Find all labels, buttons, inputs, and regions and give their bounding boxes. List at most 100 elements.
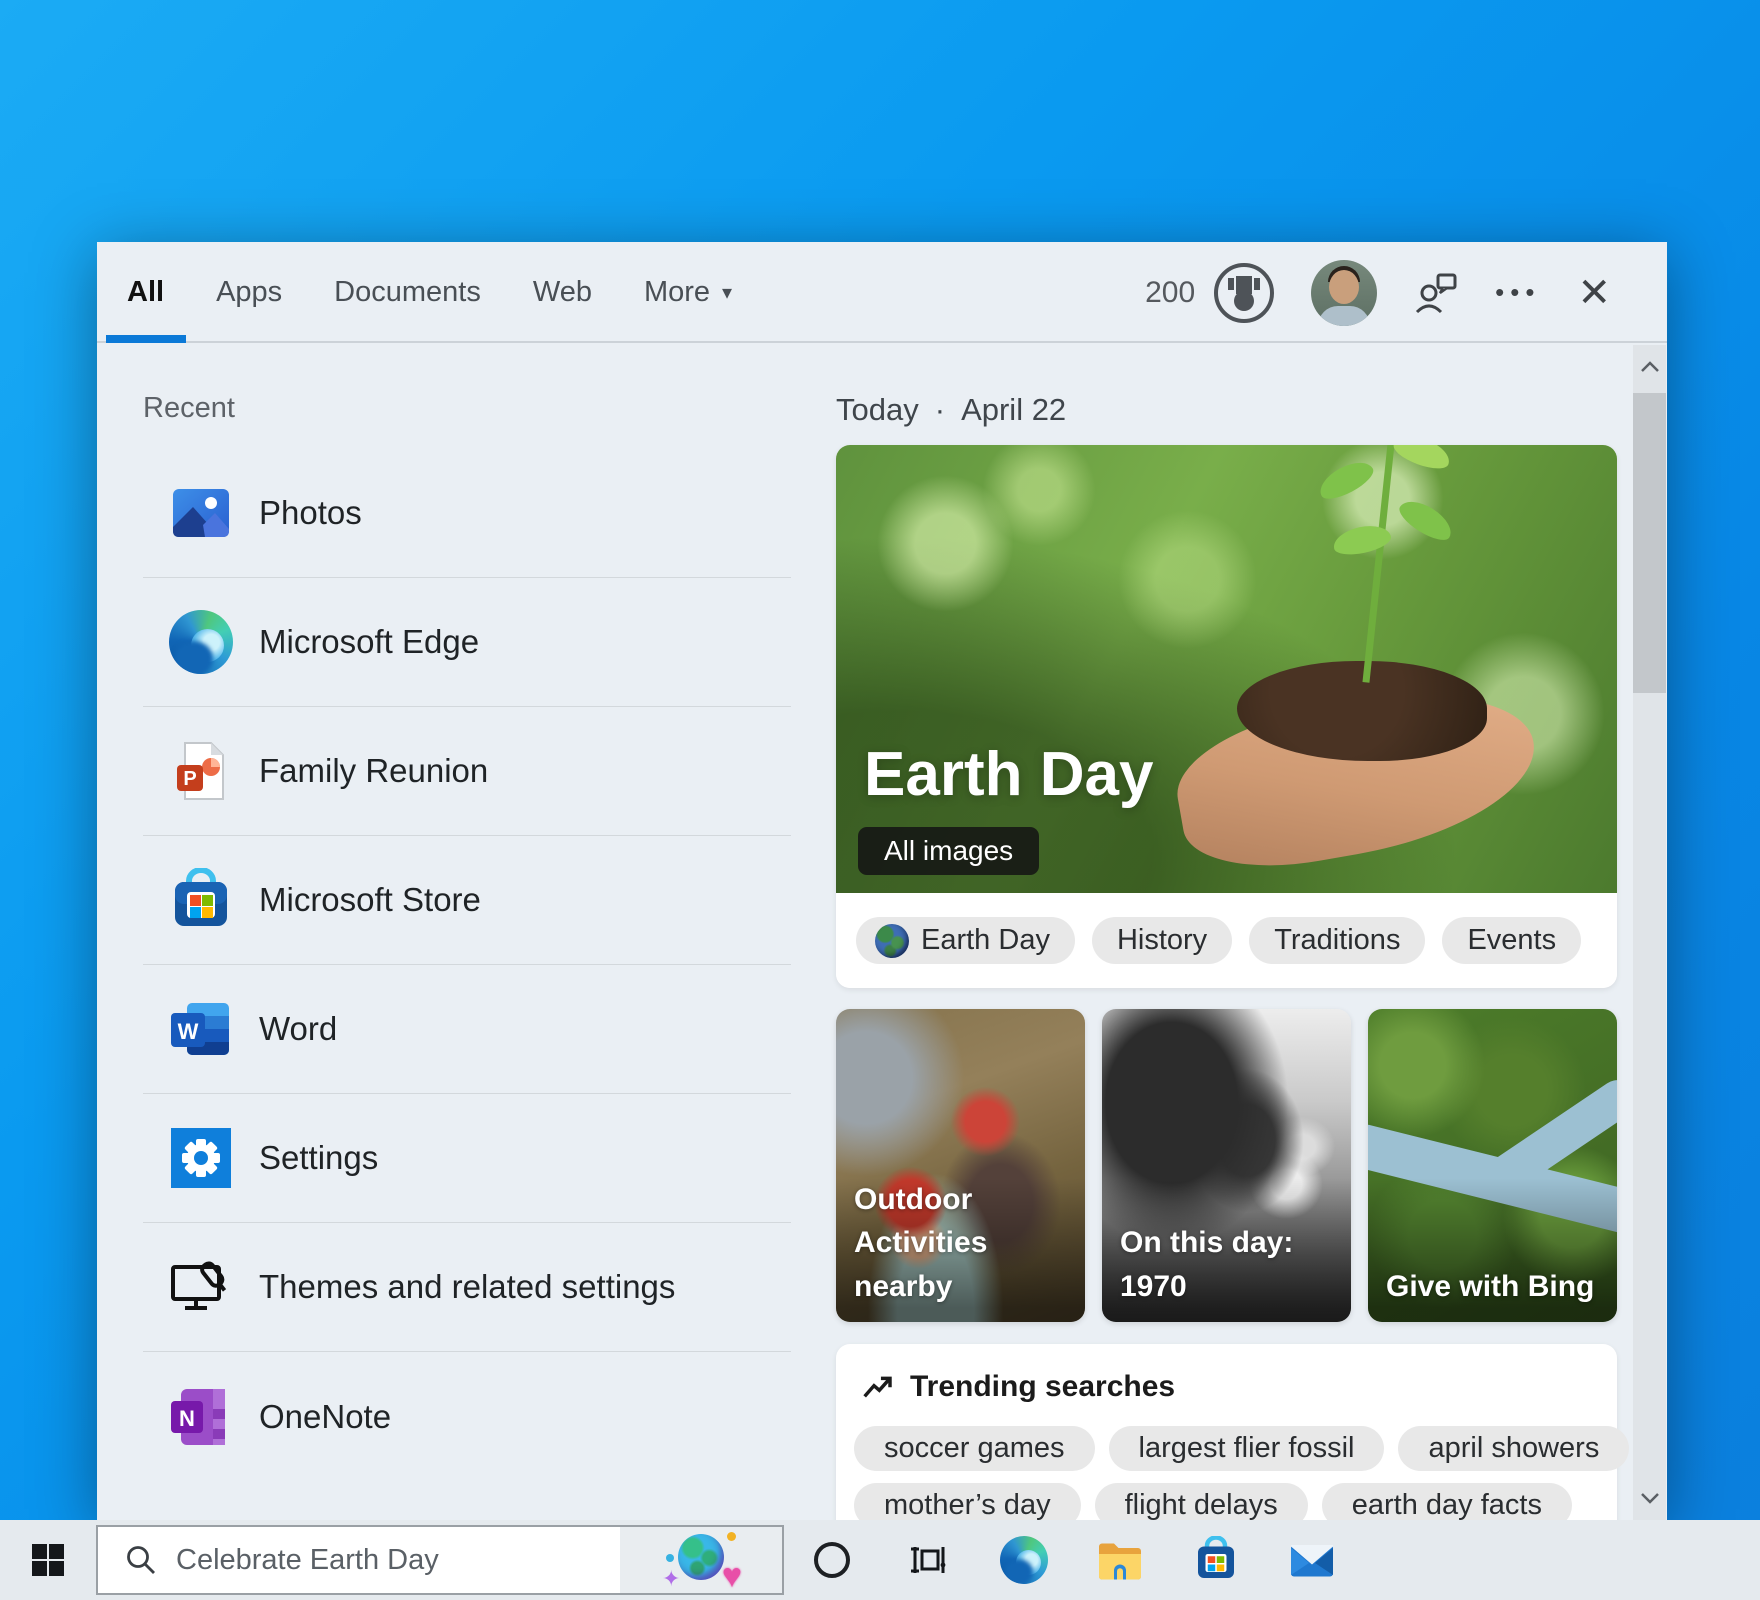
card-label: On this day: 1970: [1120, 1221, 1351, 1308]
list-item-word[interactable]: W Word: [143, 965, 791, 1094]
cortana-icon: [814, 1542, 850, 1578]
search-window: All Apps Documents Web More ▾ 200: [97, 242, 1667, 1520]
list-item-label: Settings: [259, 1139, 378, 1177]
scrollbar-thumb[interactable]: [1633, 393, 1666, 693]
globe-icon: [875, 924, 909, 958]
trend-chip-april-showers[interactable]: april showers: [1398, 1426, 1629, 1471]
list-item-label: Microsoft Edge: [259, 623, 479, 661]
tab-more[interactable]: More ▾: [644, 242, 732, 343]
scrollbar[interactable]: [1633, 345, 1666, 1520]
trending-title-row: Trending searches: [854, 1370, 1599, 1404]
card-label: Outdoor Activities nearby: [854, 1178, 1085, 1309]
store-taskbar-button[interactable]: [1168, 1520, 1264, 1600]
chip-label: Earth Day: [921, 924, 1050, 957]
taskbar: ✦ ♥: [0, 1520, 1760, 1600]
list-item-themes-settings[interactable]: Themes and related settings: [143, 1223, 791, 1352]
chip-earth-day[interactable]: Earth Day: [856, 917, 1075, 964]
cards-row: Outdoor Activities nearby On this day: 1…: [836, 1009, 1617, 1322]
more-options-icon[interactable]: •••: [1495, 277, 1540, 308]
card-give-with-bing[interactable]: Give with Bing: [1368, 1009, 1617, 1322]
search-filter-tabs: All Apps Documents Web More ▾: [127, 242, 732, 343]
chevron-down-icon: ▾: [722, 280, 732, 305]
task-view-icon: [907, 1539, 949, 1581]
list-item-label: Photos: [259, 494, 362, 532]
hero-chip-row: Earth Day History Traditions Events: [836, 893, 1617, 988]
trending-title: Trending searches: [910, 1370, 1175, 1404]
list-item-family-reunion[interactable]: P Family Reunion: [143, 707, 791, 836]
list-item-photos[interactable]: Photos: [143, 449, 791, 578]
list-item-label: OneNote: [259, 1398, 391, 1436]
feedback-icon[interactable]: [1414, 271, 1458, 315]
today-section: Today · April 22 Earth Day All images: [836, 392, 1617, 1590]
trend-chip-largest-flier-fossil[interactable]: largest flier fossil: [1109, 1426, 1385, 1471]
tab-apps[interactable]: Apps: [216, 242, 282, 343]
store-icon: [169, 868, 233, 932]
list-item-label: Word: [259, 1010, 337, 1048]
card-on-this-day[interactable]: On this day: 1970: [1102, 1009, 1351, 1322]
list-item-settings[interactable]: Settings: [143, 1094, 791, 1223]
svg-text:W: W: [178, 1019, 199, 1044]
earth-day-hero-card[interactable]: Earth Day All images Earth Day History T…: [836, 445, 1617, 988]
all-images-button[interactable]: All images: [858, 827, 1039, 875]
today-label: Today: [836, 392, 919, 428]
list-item-microsoft-store[interactable]: Microsoft Store: [143, 836, 791, 965]
edge-icon: [169, 610, 233, 674]
rewards-points: 200: [1145, 276, 1195, 310]
tab-all[interactable]: All: [127, 242, 164, 343]
today-header: Today · April 22: [836, 392, 1617, 428]
chip-history[interactable]: History: [1092, 917, 1232, 964]
start-button[interactable]: [0, 1520, 96, 1600]
file-explorer-icon: [1096, 1536, 1144, 1584]
svg-text:P: P: [183, 768, 196, 790]
hero-illustration: [1147, 623, 1547, 853]
mail-icon: [1288, 1536, 1336, 1584]
earth-day-doodle-icon: ✦ ♥: [666, 1532, 736, 1588]
list-item-label: Microsoft Store: [259, 881, 481, 919]
user-avatar[interactable]: [1311, 260, 1377, 326]
rewards-medal-icon[interactable]: [1214, 263, 1274, 323]
recent-list: Photos Microsoft Edge P: [143, 449, 791, 1481]
list-item-onenote[interactable]: N OneNote: [143, 1352, 791, 1481]
edge-taskbar-button[interactable]: [976, 1520, 1072, 1600]
recent-section: Recent Photos: [143, 392, 791, 1481]
earth-day-hero-image: Earth Day All images: [836, 445, 1617, 893]
list-item-label: Themes and related settings: [259, 1268, 675, 1306]
list-item-microsoft-edge[interactable]: Microsoft Edge: [143, 578, 791, 707]
card-outdoor-activities[interactable]: Outdoor Activities nearby: [836, 1009, 1085, 1322]
scroll-down-icon[interactable]: [1633, 1478, 1666, 1518]
taskbar-search-box[interactable]: ✦ ♥: [96, 1525, 784, 1595]
tab-more-label: More: [644, 276, 710, 309]
settings-gear-icon: [169, 1126, 233, 1190]
word-icon: W: [169, 997, 233, 1061]
recent-title: Recent: [143, 392, 791, 425]
tab-documents[interactable]: Documents: [334, 242, 481, 343]
edge-icon: [1000, 1536, 1048, 1584]
hero-title: Earth Day: [864, 739, 1153, 810]
mail-button[interactable]: [1264, 1520, 1360, 1600]
card-label: Give with Bing: [1386, 1265, 1594, 1309]
svg-text:N: N: [179, 1406, 195, 1431]
today-date: April 22: [961, 392, 1066, 428]
store-icon: [1192, 1536, 1240, 1584]
powerpoint-file-icon: P: [169, 739, 233, 803]
tab-web[interactable]: Web: [533, 242, 592, 343]
task-view-button[interactable]: [880, 1520, 976, 1600]
search-input[interactable]: [176, 1544, 620, 1577]
earth-day-doodle-button[interactable]: ✦ ♥: [620, 1527, 782, 1593]
trend-chip-soccer-games[interactable]: soccer games: [854, 1426, 1095, 1471]
dot-separator: ·: [935, 392, 945, 428]
close-icon[interactable]: ✕: [1577, 273, 1611, 313]
search-icon: [124, 1543, 158, 1577]
trending-up-icon: [862, 1371, 894, 1403]
scroll-up-icon[interactable]: [1633, 347, 1666, 387]
header-actions: 200 ••• ✕: [1145, 242, 1611, 343]
trending-row-1: soccer games largest flier fossil april …: [854, 1426, 1599, 1471]
windows-logo-icon: [32, 1544, 64, 1576]
chip-events[interactable]: Events: [1442, 917, 1581, 964]
cortana-button[interactable]: [784, 1520, 880, 1600]
desktop: All Apps Documents Web More ▾ 200: [0, 0, 1760, 1600]
chip-traditions[interactable]: Traditions: [1249, 917, 1425, 964]
onenote-icon: N: [169, 1385, 233, 1449]
search-header: All Apps Documents Web More ▾ 200: [97, 242, 1667, 343]
file-explorer-button[interactable]: [1072, 1520, 1168, 1600]
